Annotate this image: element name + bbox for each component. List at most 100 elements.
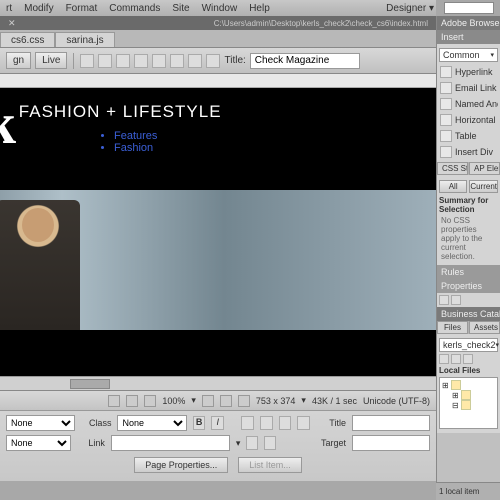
files-tool-icon[interactable] <box>463 354 473 364</box>
insert-email[interactable]: Email Link <box>439 80 498 96</box>
table-icon <box>440 130 452 142</box>
point-to-file-icon[interactable] <box>246 436 258 450</box>
document-title-input[interactable] <box>250 53 360 69</box>
horizontal-scrollbar[interactable] <box>0 376 436 390</box>
properties-heading[interactable]: Properties <box>437 279 500 293</box>
toolbar-icon[interactable] <box>152 54 166 68</box>
status-icon[interactable] <box>238 395 250 407</box>
folder-icon <box>451 380 461 390</box>
close-icon[interactable]: ✕ <box>8 18 16 29</box>
css-styles-tab[interactable]: CSS Styles <box>437 162 468 175</box>
hand-tool-icon[interactable] <box>126 395 138 407</box>
ap-elements-tab[interactable]: AP Elements <box>469 162 500 175</box>
main-menu-bar: rt Modify Format Commands Site Window He… <box>0 0 436 16</box>
list-item-button[interactable]: List Item... <box>238 457 302 473</box>
status-icon[interactable] <box>220 395 232 407</box>
toolbar-icon[interactable] <box>188 54 202 68</box>
refresh-icon[interactable] <box>206 54 220 68</box>
toolbar-icon[interactable] <box>170 54 184 68</box>
title-input[interactable] <box>352 415 430 431</box>
insert-table[interactable]: Table <box>439 128 498 144</box>
site-tagline: FASHION + LIFESTYLE <box>19 102 222 122</box>
browserlab-panel[interactable]: Adobe BrowserLab <box>437 16 500 30</box>
bold-icon[interactable]: B <box>193 416 206 430</box>
menu-item[interactable]: Window <box>202 3 238 14</box>
file-tree[interactable]: ⊞ ⊞ ⊟ <box>439 377 498 429</box>
target-input[interactable] <box>352 435 430 451</box>
search-input[interactable] <box>444 2 494 14</box>
target-label: Target <box>318 438 346 448</box>
refresh-icon[interactable] <box>451 354 461 364</box>
css-current-button[interactable]: Current <box>469 180 498 193</box>
files-tool-icon[interactable] <box>439 354 449 364</box>
id-select[interactable]: None <box>6 435 71 451</box>
css-tool-icon[interactable] <box>439 295 449 305</box>
insert-hr[interactable]: Horizontal Rule <box>439 112 498 128</box>
ol-icon[interactable] <box>260 416 273 430</box>
file-tab[interactable]: cs6.css <box>0 32 55 47</box>
insert-div[interactable]: Insert Div <box>439 144 498 160</box>
format-select[interactable]: None <box>6 415 75 431</box>
insert-panel-tab[interactable]: Insert <box>437 30 500 44</box>
folder-icon <box>461 400 471 410</box>
menu-item[interactable]: Modify <box>24 3 53 14</box>
status-bar: 100% ▾ 753 x 374▾ 43K / 1 sec Unicode (U… <box>0 390 436 410</box>
tree-folder[interactable]: ⊞ <box>442 380 495 390</box>
class-select[interactable]: None <box>117 415 186 431</box>
toolbar-icon[interactable] <box>134 54 148 68</box>
status-icon[interactable] <box>202 395 214 407</box>
assets-tab[interactable]: Assets <box>469 321 500 334</box>
anchor-icon <box>440 98 452 110</box>
nav-link[interactable]: Features <box>114 130 436 142</box>
right-panels: Adobe BrowserLab Insert Common Hyperlink… <box>436 16 500 500</box>
link-input[interactable] <box>111 435 230 451</box>
ul-icon[interactable] <box>241 416 254 430</box>
outdent-icon[interactable] <box>279 416 292 430</box>
scrollbar-thumb[interactable] <box>70 379 110 389</box>
nav-link[interactable]: Fashion <box>114 142 436 154</box>
title-label: Title <box>316 418 346 428</box>
email-icon <box>440 82 452 94</box>
menu-item[interactable]: Site <box>172 3 189 14</box>
page-properties-button[interactable]: Page Properties... <box>134 457 228 473</box>
css-tool-icon[interactable] <box>451 295 461 305</box>
insert-category-select[interactable]: Common <box>439 48 498 62</box>
insert-hyperlink[interactable]: Hyperlink <box>439 64 498 80</box>
hyperlink-icon <box>440 66 452 78</box>
document-path-bar: ✕ C:\Users\admin\Desktop\kerls_check2\ch… <box>0 16 436 30</box>
design-canvas[interactable]: heck FASHION + LIFESTYLE Features Fashio… <box>0 88 436 376</box>
italic-icon[interactable]: I <box>211 416 224 430</box>
tree-folder[interactable]: ⊟ <box>452 400 495 410</box>
files-tab[interactable]: Files <box>437 321 468 334</box>
menu-item[interactable]: Help <box>249 3 270 14</box>
toolbar-icon[interactable] <box>80 54 94 68</box>
rules-heading[interactable]: Rules <box>437 265 500 279</box>
file-tab[interactable]: sarina.js <box>55 32 114 47</box>
site-logo: heck <box>0 98 16 150</box>
div-icon <box>440 146 452 158</box>
related-files-tabs: cs6.css sarina.js <box>0 30 436 48</box>
menu-item[interactable]: Format <box>66 3 98 14</box>
menu-item[interactable]: rt <box>6 3 12 14</box>
select-tool-icon[interactable] <box>108 395 120 407</box>
business-catalyst-panel[interactable]: Business Catalyst <box>437 307 500 321</box>
tree-folder[interactable]: ⊞ <box>452 390 495 400</box>
css-all-button[interactable]: All <box>439 180 467 193</box>
toolbar-icon[interactable] <box>98 54 112 68</box>
toolbar-icon[interactable] <box>116 54 130 68</box>
indent-icon[interactable] <box>297 416 310 430</box>
insert-anchor[interactable]: Named Anchor <box>439 96 498 112</box>
link-label: Link <box>77 438 105 448</box>
local-files-heading: Local Files <box>439 366 498 375</box>
zoom-tool-icon[interactable] <box>144 395 156 407</box>
design-view-button[interactable]: gn <box>6 52 31 69</box>
menu-item[interactable]: Commands <box>109 3 160 14</box>
window-dimensions[interactable]: 753 x 374 <box>256 396 296 406</box>
summary-heading: Summary for Selection <box>439 196 498 214</box>
browse-icon[interactable] <box>264 436 276 450</box>
zoom-level[interactable]: 100% <box>162 396 185 406</box>
live-view-button[interactable]: Live <box>35 52 67 69</box>
workspace-switcher[interactable]: Designer ▾ <box>386 3 434 14</box>
encoding: Unicode (UTF-8) <box>363 396 430 406</box>
site-select[interactable]: kerls_check2 <box>439 338 498 352</box>
